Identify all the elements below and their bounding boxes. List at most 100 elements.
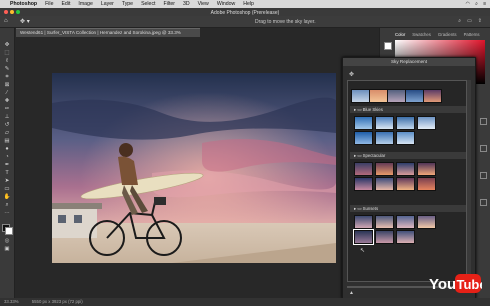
frame-tool-icon[interactable]: ⊠ xyxy=(2,82,12,89)
sky-thumbnail-selected[interactable] xyxy=(353,229,374,245)
menu-image[interactable]: Image xyxy=(78,1,92,7)
healing-brush-tool-icon[interactable]: ✚ xyxy=(2,98,12,105)
tab-gradients[interactable]: Gradients xyxy=(438,32,457,37)
group-label: Sunsets xyxy=(362,206,379,211)
menu-window[interactable]: Window xyxy=(217,1,235,7)
fg-color-chip[interactable] xyxy=(384,42,392,50)
sky-thumbnail[interactable] xyxy=(396,162,415,176)
more-tools-icon[interactable]: ··· xyxy=(2,210,12,217)
sky-thumbnail[interactable] xyxy=(417,162,436,176)
sky-presets-panel: ▸ ▭ Blue Skies ▸ ▭ Spectacular ▸ ▭ Sunse… xyxy=(347,80,467,282)
sky-thumbnail[interactable] xyxy=(375,131,394,145)
eyedropper-tool-icon[interactable]: ⁄ xyxy=(2,90,12,97)
slider-handle-icon[interactable]: ▲ xyxy=(349,290,355,296)
menu-bar: Photoshop File Edit Image Layer Type Sel… xyxy=(0,0,490,8)
sky-thumbnail[interactable] xyxy=(351,89,370,103)
quick-mask-icon[interactable]: ◎ xyxy=(2,238,12,245)
crop-tool-icon[interactable]: ⌗ xyxy=(2,74,12,81)
options-hint: Drag to move the sky layer. xyxy=(255,19,316,25)
group-header-sunsets[interactable]: ▸ ▭ Sunsets xyxy=(350,205,466,212)
document-image[interactable] xyxy=(52,73,336,263)
sky-thumbnail[interactable] xyxy=(354,116,373,130)
sky-thumbnail[interactable] xyxy=(354,177,373,191)
zoom-tool-icon[interactable]: ⌕ xyxy=(2,202,12,209)
search-icon[interactable]: ⌕ xyxy=(458,18,461,24)
brush-tool-icon[interactable]: ✑ xyxy=(2,106,12,113)
menu-filter[interactable]: Filter xyxy=(163,1,175,7)
sky-thumbnail[interactable] xyxy=(396,116,415,130)
background-color-swatch[interactable] xyxy=(5,227,13,235)
group-header-spectacular[interactable]: ▸ ▭ Spectacular xyxy=(350,152,466,159)
panel-checkbox[interactable] xyxy=(480,172,487,179)
marquee-tool-icon[interactable]: ⬚ xyxy=(2,50,12,57)
panel-checkbox[interactable] xyxy=(480,118,487,125)
type-tool-icon[interactable]: T xyxy=(2,170,12,177)
window-title-bar: Adobe Photoshop (Prerelease) xyxy=(0,8,490,16)
sky-thumbnail[interactable] xyxy=(354,162,373,176)
pen-tool-icon[interactable]: ✒ xyxy=(2,162,12,169)
sky-thumbnail[interactable] xyxy=(396,230,415,244)
wifi-icon[interactable]: ◠ xyxy=(466,1,471,8)
shape-tool-icon[interactable]: ▭ xyxy=(2,186,12,193)
sky-thumbnail[interactable] xyxy=(396,215,415,229)
menu-file[interactable]: File xyxy=(45,1,53,7)
menu-photoshop[interactable]: Photoshop xyxy=(10,1,37,7)
menu-select[interactable]: Select xyxy=(141,1,155,7)
sky-thumbnail[interactable] xyxy=(405,89,424,103)
youtube-logo: You Tube xyxy=(428,270,487,296)
hand-tool-icon[interactable]: ✋ xyxy=(2,194,12,201)
lasso-tool-icon[interactable]: ℓ xyxy=(2,58,12,65)
move-tool-icon[interactable]: ✥ ▾ xyxy=(20,18,30,25)
sky-thumbnail[interactable] xyxy=(396,131,415,145)
search-icon[interactable]: ⌕ xyxy=(475,1,478,8)
sky-thumbnail[interactable] xyxy=(375,162,394,176)
sky-thumbnail[interactable] xyxy=(417,177,436,191)
gradient-tool-icon[interactable]: ▤ xyxy=(2,138,12,145)
document-tab[interactable]: Westend61 | Surfer_VISTA Collection | He… xyxy=(16,28,200,43)
screen-mode-icon[interactable]: ▣ xyxy=(2,246,12,253)
tab-swatches[interactable]: Swatches xyxy=(412,32,431,37)
window-title: Adobe Photoshop (Prerelease) xyxy=(210,9,280,16)
move-tool-icon[interactable]: ✥ xyxy=(349,71,354,78)
menu-3d[interactable]: 3D xyxy=(183,1,190,7)
blur-tool-icon[interactable]: ● xyxy=(2,146,12,153)
svg-text:You: You xyxy=(429,276,456,293)
sky-presets-scrollbar[interactable] xyxy=(467,80,471,280)
sky-thumbnail[interactable] xyxy=(369,89,388,103)
eraser-tool-icon[interactable]: ▱ xyxy=(2,130,12,137)
sky-thumbnail[interactable] xyxy=(375,230,394,244)
sky-thumbnail[interactable] xyxy=(387,89,406,103)
menu-type[interactable]: Type xyxy=(122,1,133,7)
panel-checkbox[interactable] xyxy=(480,145,487,152)
sky-thumbnail[interactable] xyxy=(375,177,394,191)
menu-view[interactable]: View xyxy=(198,1,209,7)
menu-layer[interactable]: Layer xyxy=(101,1,114,7)
sky-thumbnail[interactable] xyxy=(375,215,394,229)
clone-stamp-tool-icon[interactable]: ⊥ xyxy=(2,114,12,121)
sky-thumbnail[interactable] xyxy=(417,116,436,130)
control-center-icon[interactable]: ≡ xyxy=(483,1,486,8)
menu-help[interactable]: Help xyxy=(243,1,254,7)
sky-thumbnail[interactable] xyxy=(423,89,442,103)
sky-thumbnail[interactable] xyxy=(396,177,415,191)
history-brush-tool-icon[interactable]: ↺ xyxy=(2,122,12,129)
move-tool-icon[interactable]: ✥ xyxy=(2,42,12,49)
sky-thumbnail[interactable] xyxy=(375,116,394,130)
sky-thumbnail[interactable] xyxy=(354,215,373,229)
folder-icon: ▸ ▭ xyxy=(354,206,363,211)
path-select-tool-icon[interactable]: ➤ xyxy=(2,178,12,185)
home-icon[interactable]: ⌂ xyxy=(4,18,8,24)
group-header-blue-skies[interactable]: ▸ ▭ Blue Skies xyxy=(350,106,466,113)
panel-checkbox[interactable] xyxy=(480,199,487,206)
document-info[interactable]: 5550 px x 3923 px (72 ppi) xyxy=(32,299,83,304)
dodge-tool-icon[interactable]: ◔ xyxy=(2,154,12,161)
tab-color[interactable]: Color xyxy=(395,32,405,37)
tab-patterns[interactable]: Patterns xyxy=(464,32,480,37)
sky-thumbnail[interactable] xyxy=(354,131,373,145)
quick-select-tool-icon[interactable]: ✎ xyxy=(2,66,12,73)
workspace-icon[interactable]: ▭ xyxy=(467,18,472,24)
menu-edit[interactable]: Edit xyxy=(61,1,70,7)
zoom-level[interactable]: 33.33% xyxy=(4,299,19,304)
sky-thumbnail[interactable] xyxy=(417,215,436,229)
share-icon[interactable]: ⇪ xyxy=(478,18,482,24)
